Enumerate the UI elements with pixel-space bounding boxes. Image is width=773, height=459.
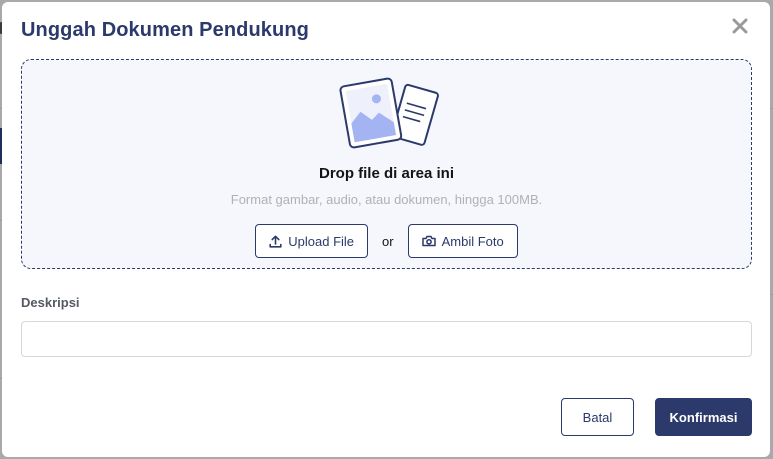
close-button[interactable] [728,14,752,38]
dropzone-hint: Format gambar, audio, atau dokumen, hing… [230,192,543,207]
upload-file-label: Upload File [288,233,355,249]
close-icon [732,18,748,34]
upload-file-button[interactable]: Upload File [255,224,369,258]
confirm-button[interactable]: Konfirmasi [655,398,752,436]
cancel-button[interactable]: Batal [561,398,634,436]
modal-title: Unggah Dokumen Pendukung [21,19,309,41]
dropzone-title: Drop file di area ini [318,165,455,182]
take-photo-label: Ambil Foto [441,233,504,249]
description-label: Deskripsi [21,295,80,310]
image-document-illustration-icon [339,77,439,149]
or-separator: or [382,233,394,249]
description-input[interactable] [21,321,752,357]
camera-icon [421,235,436,247]
upload-document-modal: Unggah Dokumen Pendukung Drop file di ar… [2,2,770,457]
dropzone-actions: Upload File or Ambil Foto [22,224,751,258]
upload-icon [269,235,282,248]
take-photo-button[interactable]: Ambil Foto [407,224,518,258]
file-dropzone[interactable]: Drop file di area ini Format gambar, aud… [21,59,752,269]
